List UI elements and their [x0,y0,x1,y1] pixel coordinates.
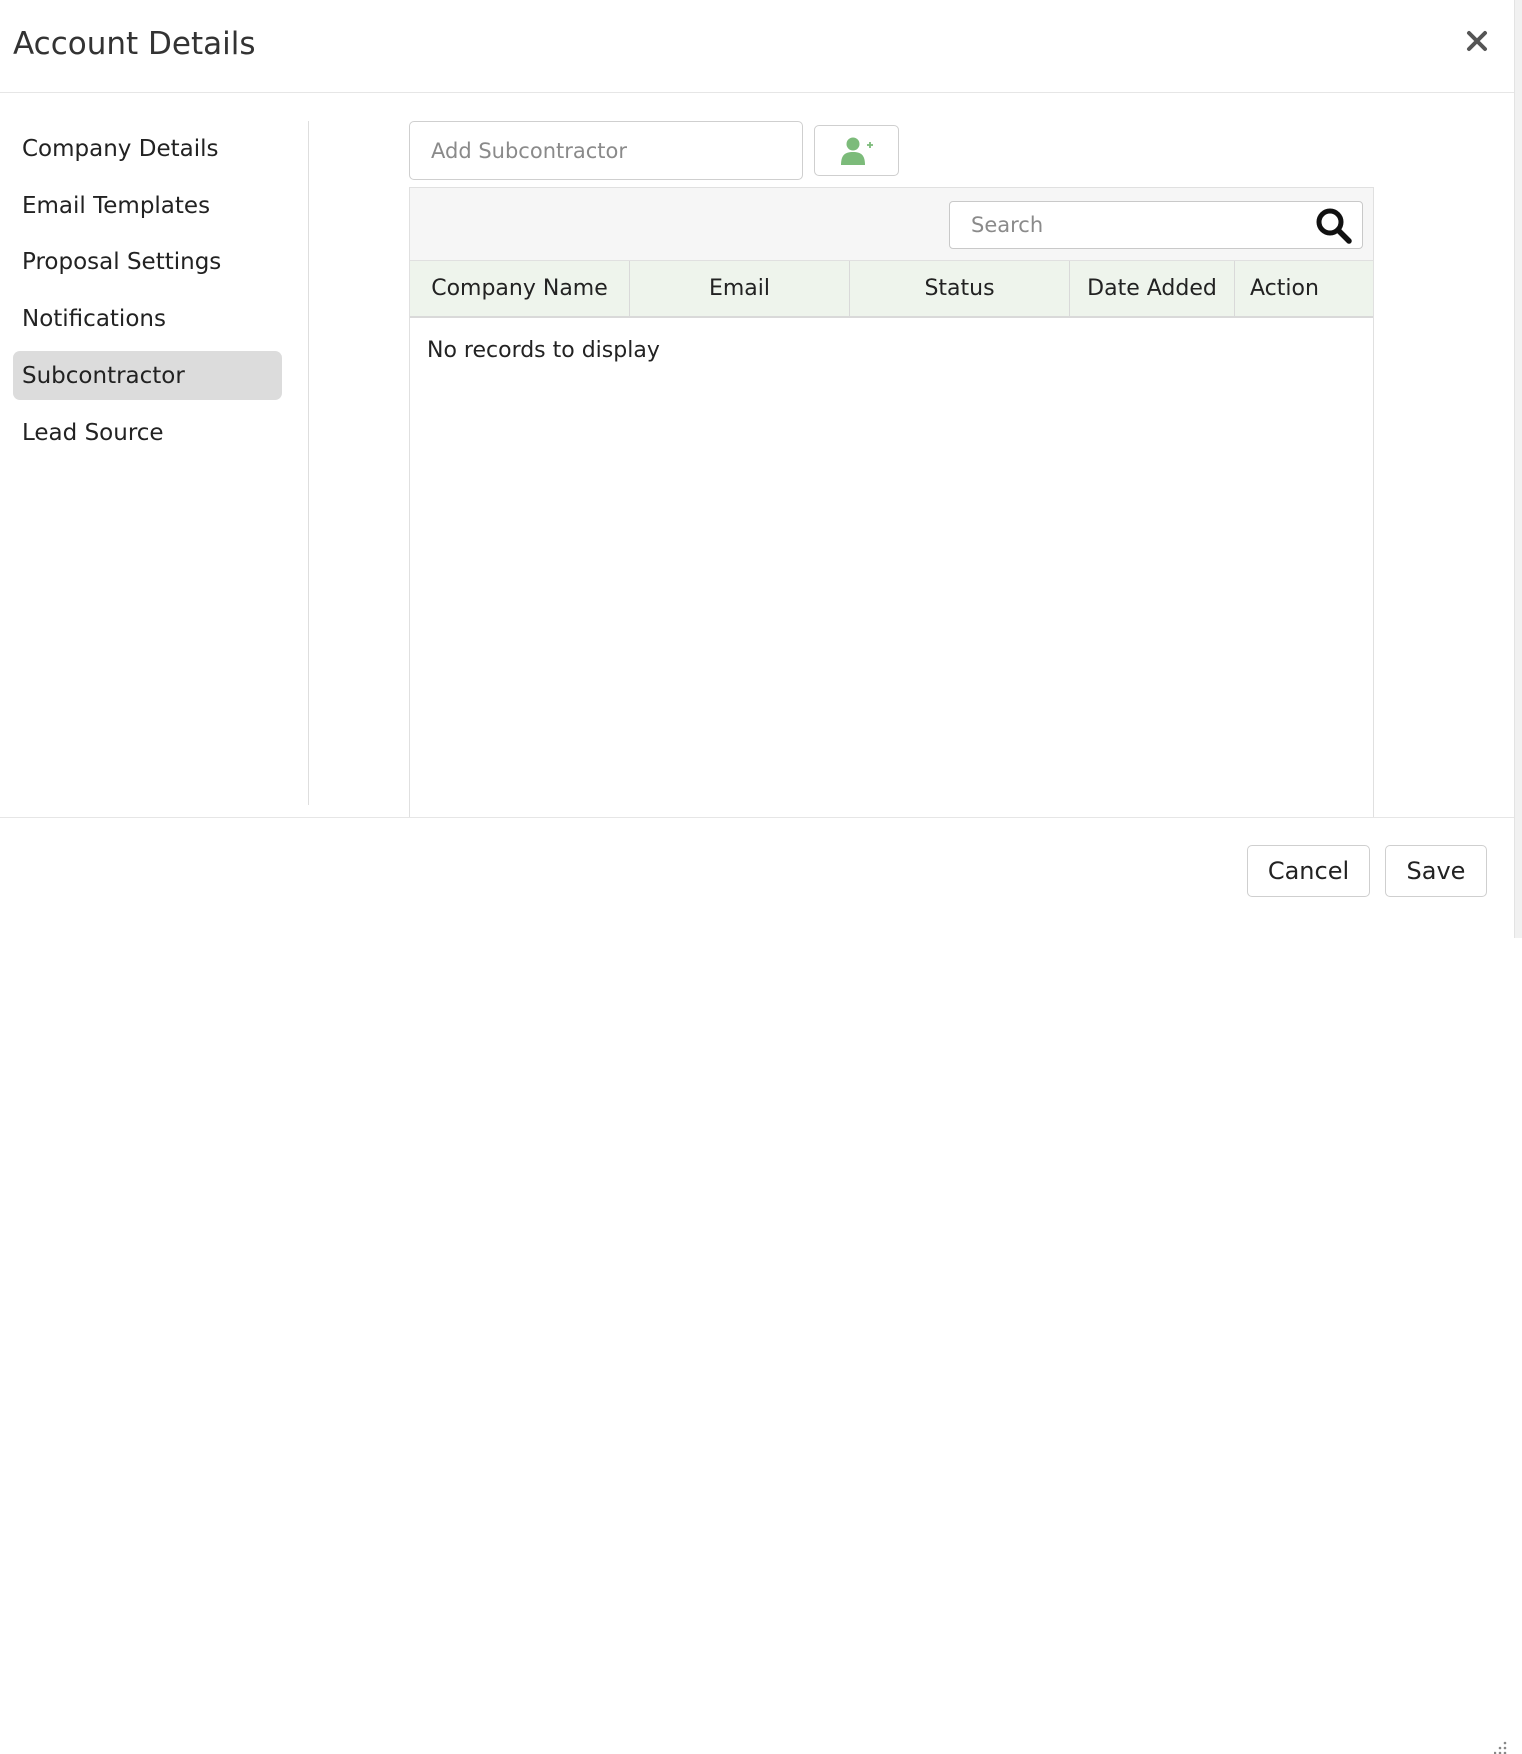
resize-handle-icon[interactable] [1494,1740,1508,1754]
sidebar-item-company-details[interactable]: Company Details [13,124,282,173]
settings-sidebar: Company Details Email Templates Proposal… [0,121,309,805]
column-header-action[interactable]: Action [1235,261,1373,316]
add-subcontractor-input[interactable] [409,121,803,180]
close-icon [1467,31,1487,51]
search-input[interactable] [950,202,1310,248]
dialog-title: Account Details [13,26,256,62]
search-icon[interactable] [1314,206,1354,246]
dialog-footer: Cancel Save [0,817,1514,1754]
column-header-date-added[interactable]: Date Added [1070,261,1235,316]
grid-toolbar [410,188,1373,261]
dialog-header: Account Details [0,0,1514,93]
search-box [949,201,1363,249]
sidebar-item-email-templates[interactable]: Email Templates [13,181,282,230]
sidebar-item-lead-source[interactable]: Lead Source [13,408,282,457]
sidebar-item-proposal-settings[interactable]: Proposal Settings [13,237,282,286]
sidebar-item-label: Subcontractor [22,362,185,389]
subcontractor-grid: Company Name Email Status Date Added Act… [409,187,1374,827]
grid-header-row: Company Name Email Status Date Added Act… [410,261,1373,318]
account-details-dialog: Account Details Company Details Email Te… [0,0,1514,1754]
add-user-icon [840,137,873,165]
sidebar-item-subcontractor[interactable]: Subcontractor [13,351,282,400]
column-header-email[interactable]: Email [630,261,850,316]
close-button[interactable] [1458,22,1496,60]
sidebar-item-label: Company Details [22,135,219,162]
add-subcontractor-button[interactable] [814,125,899,176]
sidebar-item-label: Proposal Settings [22,248,222,275]
empty-message: No records to display [427,338,660,363]
save-button[interactable]: Save [1385,845,1487,897]
column-header-status[interactable]: Status [850,261,1070,316]
sidebar-item-notifications[interactable]: Notifications [13,294,282,343]
sidebar-item-label: Lead Source [22,419,164,446]
sidebar-item-label: Notifications [22,305,166,332]
sidebar-item-label: Email Templates [22,192,211,219]
window-edge [1514,0,1522,938]
column-header-company-name[interactable]: Company Name [410,261,630,316]
cancel-button[interactable]: Cancel [1247,845,1370,897]
